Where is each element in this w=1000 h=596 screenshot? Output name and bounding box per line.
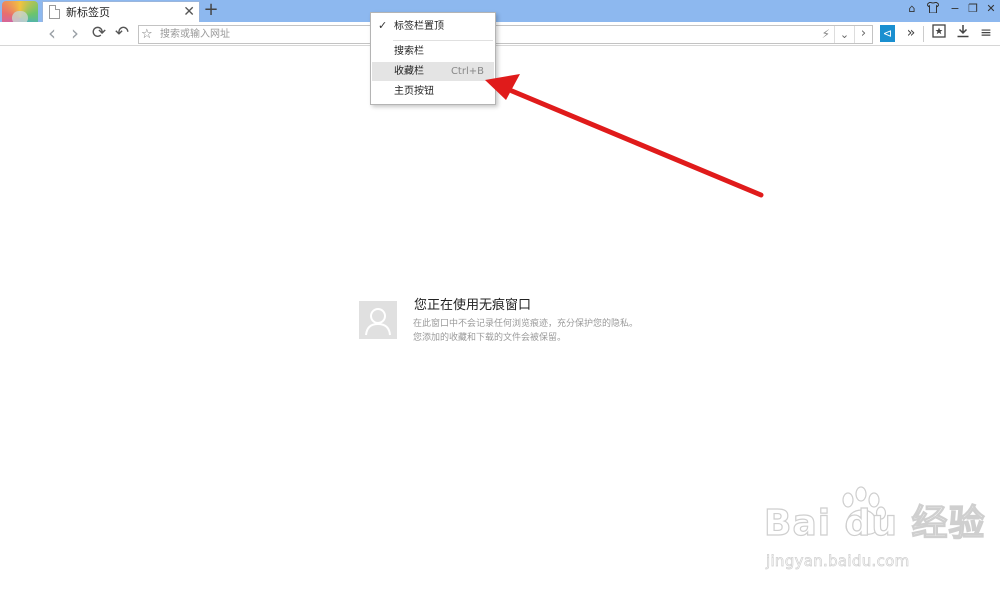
download-icon[interactable] <box>953 24 973 44</box>
navigation-toolbar: ‹ › ⟳ ↶ ☆ ⚡ ⌄ › ⊲ » ≡ <box>0 22 1000 46</box>
lock-icon[interactable]: ⌂ <box>903 2 921 18</box>
address-bar[interactable]: ☆ ⚡ ⌄ › <box>138 25 873 44</box>
tab-new-tab[interactable]: 新标签页 ✕ <box>42 1 200 23</box>
tab-close-icon[interactable]: ✕ <box>183 3 195 21</box>
toolbar-divider <box>923 26 924 42</box>
menu-item-shortcut: Ctrl+B <box>450 66 484 77</box>
menu-item-label: 主页按钮 <box>394 86 434 97</box>
chevron-down-icon[interactable]: ⌄ <box>834 26 854 43</box>
skin-icon[interactable] <box>924 1 942 18</box>
page-icon <box>49 5 60 19</box>
more-tools-icon[interactable]: » <box>901 24 921 44</box>
bookmark-star-icon[interactable]: ☆ <box>141 26 153 43</box>
incognito-title: 您正在使用无痕窗口 <box>414 298 532 313</box>
close-window-button[interactable]: ✕ <box>982 2 1000 18</box>
main-menu-icon[interactable]: ≡ <box>976 24 996 44</box>
back-button[interactable]: ‹ <box>41 23 63 45</box>
watermark-url: jingyan.baidu.com <box>766 552 910 571</box>
menu-item-label: 标签栏置顶 <box>394 21 444 32</box>
incognito-description-line-2: 您添加的收藏和下载的文件会被保留。 <box>413 333 567 343</box>
checkmark-icon: ✓ <box>378 19 388 32</box>
menu-item-label: 搜索栏 <box>394 46 424 57</box>
toolbar-context-menu: ✓ 标签栏置顶 搜索栏 收藏栏 Ctrl+B 主页按钮 <box>370 12 496 105</box>
restore-button[interactable]: ❐ <box>964 2 982 18</box>
watermark-brand: Bai du 经验 <box>763 503 986 544</box>
incognito-avatar-icon <box>359 301 397 339</box>
forward-button[interactable]: › <box>64 23 86 45</box>
reload-button[interactable]: ⟳ <box>88 23 110 45</box>
menu-item-home-button[interactable]: 主页按钮 <box>372 82 494 101</box>
sidebar-toggle-icon[interactable]: ⊲ <box>880 25 895 42</box>
favorites-icon[interactable] <box>929 24 949 44</box>
incognito-description-line-1: 在此窗口中不会记录任何浏览痕迹，充分保护您的隐私。 <box>413 319 639 329</box>
menu-divider <box>393 40 493 41</box>
undo-close-button[interactable]: ↶ <box>111 23 133 45</box>
minimize-button[interactable]: − <box>946 2 964 18</box>
go-button[interactable]: › <box>854 26 872 43</box>
menu-item-search-bar[interactable]: 搜索栏 <box>372 42 494 61</box>
menu-item-tabs-on-top[interactable]: ✓ 标签栏置顶 <box>372 17 494 36</box>
tab-title: 新标签页 <box>66 6 110 19</box>
baidu-jingyan-watermark: Bai du 经验 jingyan.baidu.com <box>760 486 985 576</box>
menu-item-label: 收藏栏 <box>394 66 424 77</box>
speed-mode-icon[interactable]: ⚡ <box>822 26 830 43</box>
new-tab-button[interactable]: + <box>202 1 220 21</box>
menu-item-favorites-bar[interactable]: 收藏栏 Ctrl+B <box>372 62 494 81</box>
